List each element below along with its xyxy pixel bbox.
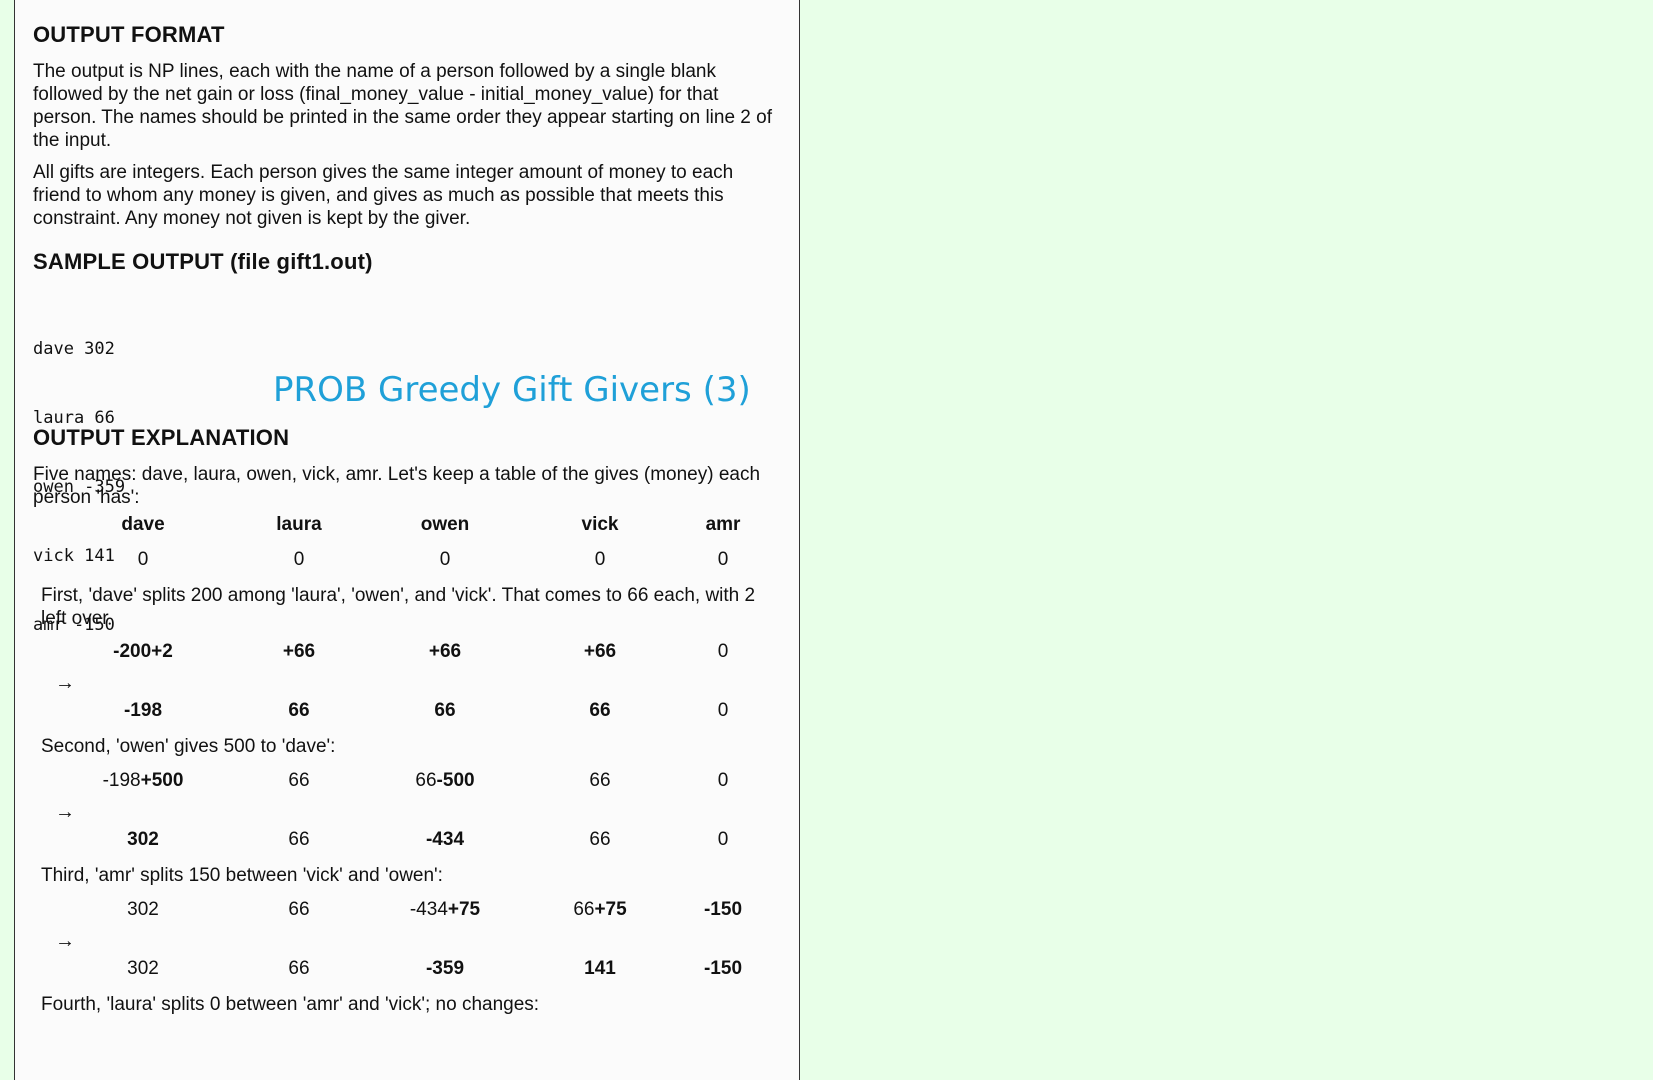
value-cell: 0 xyxy=(439,549,451,570)
name-cell: dave xyxy=(121,514,165,535)
step2-change-row: -198+500 66 66-500 66 0 xyxy=(15,770,799,798)
step3-text: Third, 'amr' splits 150 between 'vick' a… xyxy=(41,865,443,886)
output-format-paragraph-2: All gifts are integers. Each person give… xyxy=(33,162,734,229)
value-cell: 66 xyxy=(288,829,310,850)
value-cell: 0 xyxy=(717,829,729,850)
value-cell: 302 xyxy=(127,899,159,920)
step2-text: Second, 'owen' gives 500 to 'dave': xyxy=(41,736,336,757)
overlay-title: PROB Greedy Gift Givers (3) xyxy=(273,370,751,410)
name-cell: owen xyxy=(420,514,470,535)
sample-output-heading: SAMPLE OUTPUT (file gift1.out) xyxy=(33,249,373,274)
value-cell: 0 xyxy=(717,549,729,570)
name-cell: amr xyxy=(705,514,741,535)
arrow-icon: → xyxy=(55,672,75,694)
value-cell: 66 xyxy=(288,958,310,979)
value-cell: -150 xyxy=(703,899,743,920)
output-format-paragraph-1: The output is NP lines, each with the na… xyxy=(33,61,772,151)
value-cell: 0 xyxy=(137,549,149,570)
value-cell: 302 xyxy=(127,958,159,979)
explanation-intro: Five names: dave, laura, owen, vick, amr… xyxy=(33,464,761,508)
document-page: OUTPUT FORMAT The output is NP lines, ea… xyxy=(14,0,800,1080)
value-cell: -150 xyxy=(703,958,743,979)
value-cell: 66 xyxy=(288,899,310,920)
value-cell: 0 xyxy=(717,770,729,791)
value-cell: 0 xyxy=(717,641,729,662)
value-cell: 66 xyxy=(288,770,310,791)
arrow-icon: → xyxy=(55,801,75,823)
value-cell: 66 xyxy=(288,700,310,721)
value-cell: -198+500 xyxy=(102,770,184,791)
output-explanation-heading: OUTPUT EXPLANATION xyxy=(33,425,290,450)
value-cell: -200+2 xyxy=(113,641,173,662)
value-cell: +66 xyxy=(282,641,316,662)
step1-text: First, 'dave' splits 200 among 'laura', … xyxy=(41,585,756,629)
step3-change-row: 302 66 -434+75 66+75 -150 xyxy=(15,899,799,927)
sample-output-line: dave 302 xyxy=(33,339,115,359)
step4-text: Fourth, 'laura' splits 0 between 'amr' a… xyxy=(41,994,540,1015)
step1-change-row: -200+2 +66 +66 +66 0 xyxy=(15,641,799,669)
names-header-row: dave laura owen vick amr xyxy=(15,514,799,542)
name-cell: laura xyxy=(276,514,322,535)
arrow-icon: → xyxy=(55,930,75,952)
step2-result-row: 302 66 -434 66 0 xyxy=(15,829,799,857)
step1-result-row: -198 66 66 66 0 xyxy=(15,700,799,728)
value-cell: 0 xyxy=(293,549,305,570)
value-cell: -434+75 xyxy=(409,899,481,920)
value-cell: 302 xyxy=(127,829,159,850)
initial-row: 0 0 0 0 0 xyxy=(15,549,799,577)
output-format-heading: OUTPUT FORMAT xyxy=(33,22,225,47)
value-cell: 66 xyxy=(434,700,456,721)
value-cell: +66 xyxy=(428,641,462,662)
value-cell: -434 xyxy=(425,829,465,850)
value-cell: 66-500 xyxy=(415,770,475,791)
value-cell: -359 xyxy=(425,958,465,979)
step3-result-row: 302 66 -359 141 -150 xyxy=(15,958,799,986)
value-cell: 0 xyxy=(717,700,729,721)
value-cell: -198 xyxy=(123,700,163,721)
